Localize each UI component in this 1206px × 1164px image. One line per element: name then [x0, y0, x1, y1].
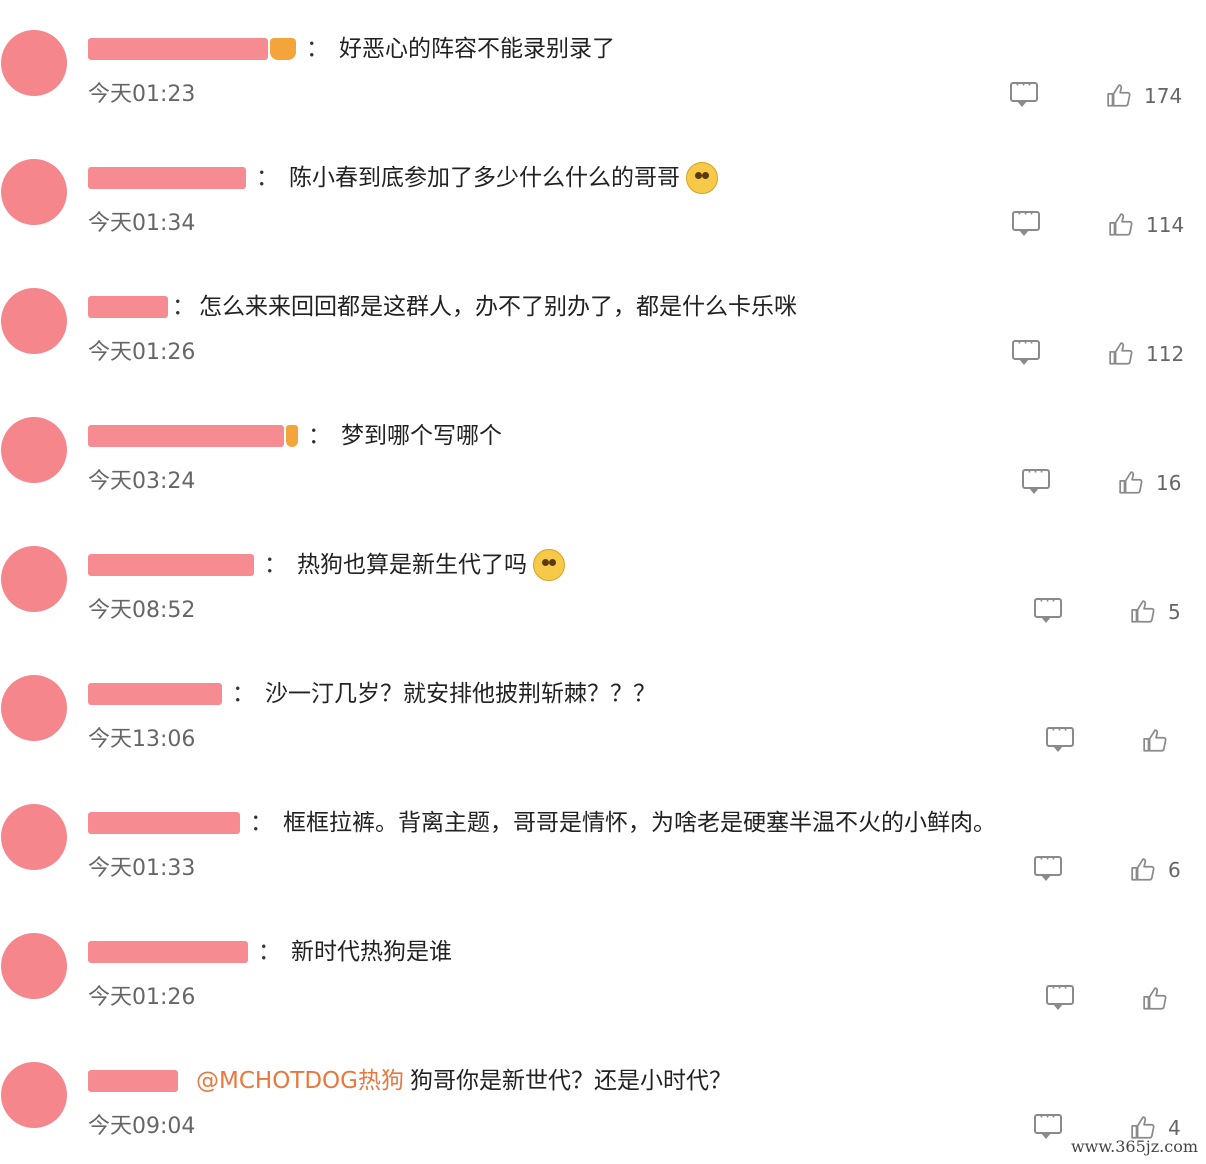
username-redacted[interactable]	[88, 296, 168, 318]
comment-line: ： 陈小春到底参加了多少什么什么的哥哥	[88, 161, 718, 195]
reply-icon[interactable]	[1012, 204, 1040, 236]
thumbs-up-icon	[1131, 858, 1155, 881]
like-count: 114	[1146, 213, 1185, 237]
avatar[interactable]	[1, 159, 67, 225]
comment-line: ： 框框拉裤。背离主题，哥哥是情怀，为啥老是硬塞半温不火的小鲜肉。	[88, 806, 996, 840]
thumbs-up-icon	[1131, 600, 1155, 623]
comment-line: ： 怎么来来回回都是这群人，办不了别办了，都是什么卡乐咪	[88, 290, 797, 324]
comment-item: ： 梦到哪个写哪个 今天03:24 16	[0, 389, 1206, 518]
comment-time: 今天08:52	[88, 598, 196, 623]
comment-time: 今天13:06	[88, 727, 196, 752]
colon-separator: ：	[306, 36, 329, 62]
like-button[interactable]: 16	[1118, 469, 1181, 497]
comment-line: ： 梦到哪个写哪个	[88, 419, 502, 453]
username-redacted[interactable]	[88, 941, 248, 963]
comment-time: 今天01:23	[88, 82, 196, 107]
comment-line: @MCHOTDOG热狗 狗哥你是新世代？还是小时代？	[88, 1064, 732, 1098]
comment-item: ： 好恶心的阵容不能录别录了 今天01:23 174	[0, 2, 1206, 131]
username-redacted[interactable]	[88, 683, 222, 705]
colon-separator: ：	[250, 810, 273, 836]
comment-text: 热狗也算是新生代了吗	[297, 552, 527, 578]
reply-icon[interactable]	[1034, 1107, 1062, 1139]
avatar[interactable]	[1, 546, 67, 612]
reply-icon[interactable]	[1010, 75, 1038, 107]
mention-link[interactable]: @MCHOTDOG热狗	[196, 1064, 404, 1098]
comment-text: 好恶心的阵容不能录别录了	[339, 36, 615, 62]
like-count: 6	[1168, 858, 1181, 882]
username-redacted[interactable]	[88, 167, 246, 189]
comment-text: 陈小春到底参加了多少什么什么的哥哥	[289, 165, 680, 191]
username-redacted[interactable]	[88, 1070, 178, 1092]
like-count: 174	[1144, 84, 1183, 108]
like-button[interactable]: 174	[1106, 82, 1182, 110]
comment-time: 今天01:26	[88, 340, 196, 365]
comment-item: ： 新时代热狗是谁 今天01:26	[0, 905, 1206, 1034]
comment-item: ： 怎么来来回回都是这群人，办不了别办了，都是什么卡乐咪 今天01:26 112	[0, 260, 1206, 389]
colon-separator: ：	[172, 294, 195, 320]
reply-icon[interactable]	[1046, 978, 1074, 1010]
like-button[interactable]: 112	[1108, 340, 1184, 368]
comment-time: 今天03:24	[88, 469, 196, 494]
comment-line: ： 新时代热狗是谁	[88, 935, 452, 969]
site-watermark: www.365jz.com	[1070, 1137, 1198, 1156]
avatar[interactable]	[1, 1062, 67, 1128]
like-count: 5	[1168, 600, 1181, 624]
username-redacted[interactable]	[88, 812, 240, 834]
comment-line: ： 热狗也算是新生代了吗	[88, 548, 565, 582]
reply-icon[interactable]	[1034, 849, 1062, 881]
reply-icon[interactable]	[1022, 462, 1050, 494]
comment-time: 今天01:33	[88, 856, 196, 881]
like-button[interactable]: 6	[1130, 856, 1181, 884]
like-count: 112	[1146, 342, 1185, 366]
comment-line: ： 沙一汀几岁？就安排他披荆斩棘？？？	[88, 677, 656, 711]
avatar[interactable]	[1, 417, 67, 483]
colon-separator: ：	[256, 165, 279, 191]
username-redacted[interactable]	[88, 38, 268, 60]
thumbs-up-icon	[1107, 84, 1131, 107]
thumbs-up-icon	[1109, 213, 1133, 236]
colon-separator: ：	[232, 681, 255, 707]
comment-text: 狗哥你是新世代？还是小时代？	[410, 1068, 732, 1094]
comment-time: 今天09:04	[88, 1114, 196, 1139]
comment-text: 梦到哪个写哪个	[341, 423, 502, 449]
comment-time: 今天01:34	[88, 211, 196, 236]
like-button[interactable]	[1142, 727, 1180, 755]
colon-separator: ：	[264, 552, 287, 578]
badge-icon	[286, 425, 298, 447]
thumbs-up-icon	[1143, 987, 1167, 1010]
thumbs-up-icon	[1119, 471, 1143, 494]
username-redacted[interactable]	[88, 554, 254, 576]
dizzy-face-emoji-icon	[686, 162, 718, 194]
colon-separator: ：	[258, 939, 281, 965]
comment-text: 框框拉裤。背离主题，哥哥是情怀，为啥老是硬塞半温不火的小鲜肉。	[283, 810, 996, 836]
reply-icon[interactable]	[1046, 720, 1074, 752]
avatar[interactable]	[1, 30, 67, 96]
comment-item: @MCHOTDOG热狗 狗哥你是新世代？还是小时代？ 今天09:04 4	[0, 1034, 1206, 1163]
comment-item: ： 热狗也算是新生代了吗 今天08:52 5	[0, 518, 1206, 647]
comment-text: 怎么来来回回都是这群人，办不了别办了，都是什么卡乐咪	[199, 294, 797, 320]
comment-item: ： 沙一汀几岁？就安排他披荆斩棘？？？ 今天13:06	[0, 647, 1206, 776]
username-redacted[interactable]	[88, 425, 284, 447]
avatar[interactable]	[1, 675, 67, 741]
avatar[interactable]	[1, 933, 67, 999]
thumbs-up-icon	[1109, 342, 1133, 365]
reply-icon[interactable]	[1012, 333, 1040, 365]
like-count: 16	[1156, 471, 1182, 495]
like-button[interactable]: 5	[1130, 598, 1181, 626]
avatar[interactable]	[1, 804, 67, 870]
comment-item: ： 陈小春到底参加了多少什么什么的哥哥 今天01:34 114	[0, 131, 1206, 260]
like-button[interactable]	[1142, 985, 1180, 1013]
thumbs-up-icon	[1143, 729, 1167, 752]
crown-badge-icon	[270, 38, 296, 60]
comment-item: ： 框框拉裤。背离主题，哥哥是情怀，为啥老是硬塞半温不火的小鲜肉。 今天01:3…	[0, 776, 1206, 905]
comment-time: 今天01:26	[88, 985, 196, 1010]
comment-text: 新时代热狗是谁	[291, 939, 452, 965]
colon-separator: ：	[308, 423, 331, 449]
comment-text: 沙一汀几岁？就安排他披荆斩棘？？？	[265, 681, 656, 707]
comment-line: ： 好恶心的阵容不能录别录了	[88, 32, 615, 66]
like-button[interactable]: 114	[1108, 211, 1184, 239]
laughing-tears-emoji-icon	[533, 549, 565, 581]
avatar[interactable]	[1, 288, 67, 354]
reply-icon[interactable]	[1034, 591, 1062, 623]
